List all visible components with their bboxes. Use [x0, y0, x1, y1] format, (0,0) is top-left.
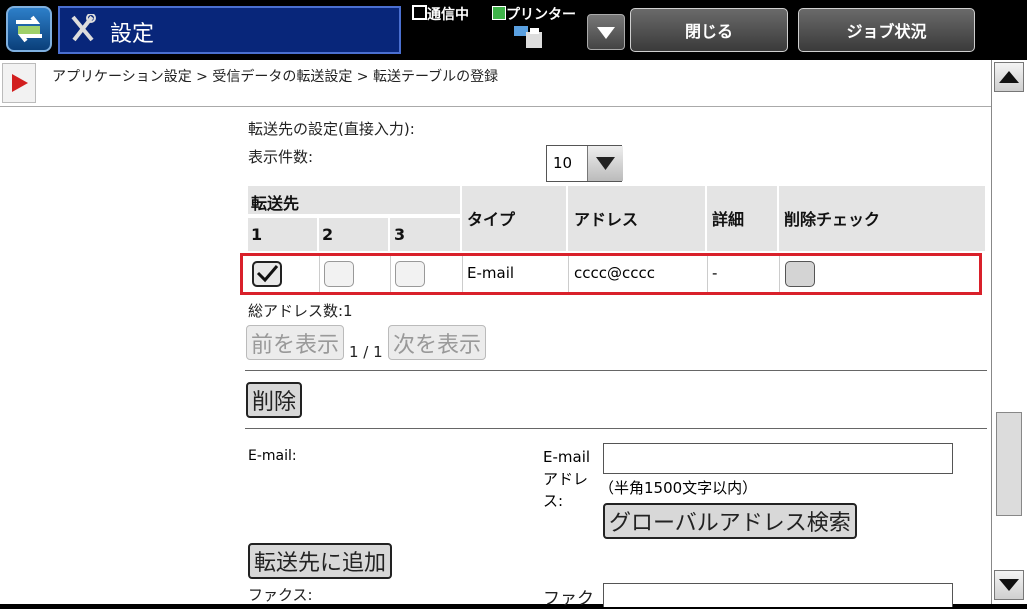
comm-checkbox-icon [412, 5, 427, 20]
email-hint: （半角1500文字以内） [599, 479, 758, 497]
status-dropdown-button[interactable] [587, 14, 625, 50]
tools-icon [70, 13, 96, 44]
printer-icon [512, 24, 546, 50]
col-header-delete: 削除チェック [779, 186, 985, 251]
scroll-thumb[interactable] [996, 412, 1022, 516]
next-page-button[interactable]: 次を表示 [388, 325, 487, 360]
add-destination-button[interactable]: 転送先に追加 [248, 543, 393, 579]
page-indicator: 1 / 1 [349, 343, 383, 361]
status-comm-label: 通信中 [427, 7, 469, 23]
total-address-count: 総アドレス数:1 [248, 302, 353, 320]
prev-page-button[interactable]: 前を表示 [246, 325, 345, 360]
app-switch-icon[interactable] [6, 6, 52, 52]
job-status-button[interactable]: ジョブ状況 [798, 8, 975, 52]
highlight-box [240, 253, 982, 295]
display-count-value: 10 [553, 154, 573, 172]
scroll-up-button[interactable] [994, 62, 1024, 92]
scroll-down-button[interactable] [994, 570, 1024, 600]
fax-number-input[interactable] [603, 583, 953, 607]
status-printer-label: プリンター [506, 7, 576, 23]
display-count-select[interactable]: 10 [546, 145, 623, 182]
global-address-search-button[interactable]: グローバルアドレス検索 [603, 503, 857, 539]
scrollbar[interactable] [991, 60, 1027, 604]
printer-status-icon [492, 6, 506, 20]
col-header-address: アドレス [568, 186, 707, 251]
display-count-label: 表示件数: [248, 148, 314, 166]
page-title: 設定 [110, 22, 155, 47]
status-communicating: 通信中 [412, 4, 469, 24]
fax-label: ファクス: [248, 586, 313, 604]
destination-section-label: 転送先の設定(直接入力): [248, 120, 415, 138]
email-label: E-mail: [248, 448, 297, 464]
col-header-destination: 転送先 [248, 186, 462, 216]
col-header-3: 3 [390, 218, 462, 251]
col-header-1: 1 [248, 218, 319, 251]
fax-number-label: ファク [543, 589, 594, 609]
close-button[interactable]: 閉じる [630, 8, 788, 52]
breadcrumb-toggle-icon[interactable] [2, 63, 36, 103]
email-address-input[interactable] [603, 443, 953, 474]
chevron-down-icon [587, 146, 623, 181]
col-header-2: 2 [319, 218, 390, 251]
delete-button[interactable]: 削除 [246, 382, 303, 418]
col-header-type: タイプ [462, 186, 568, 251]
status-printer: プリンター [492, 4, 576, 24]
col-header-detail: 詳細 [707, 186, 779, 251]
divider [245, 428, 987, 429]
breadcrumb: アプリケーション設定 > 受信データの転送設定 > 転送テーブルの登録 [52, 69, 499, 85]
email-address-label: E-mailアドレス: [543, 448, 591, 510]
divider [245, 370, 987, 371]
